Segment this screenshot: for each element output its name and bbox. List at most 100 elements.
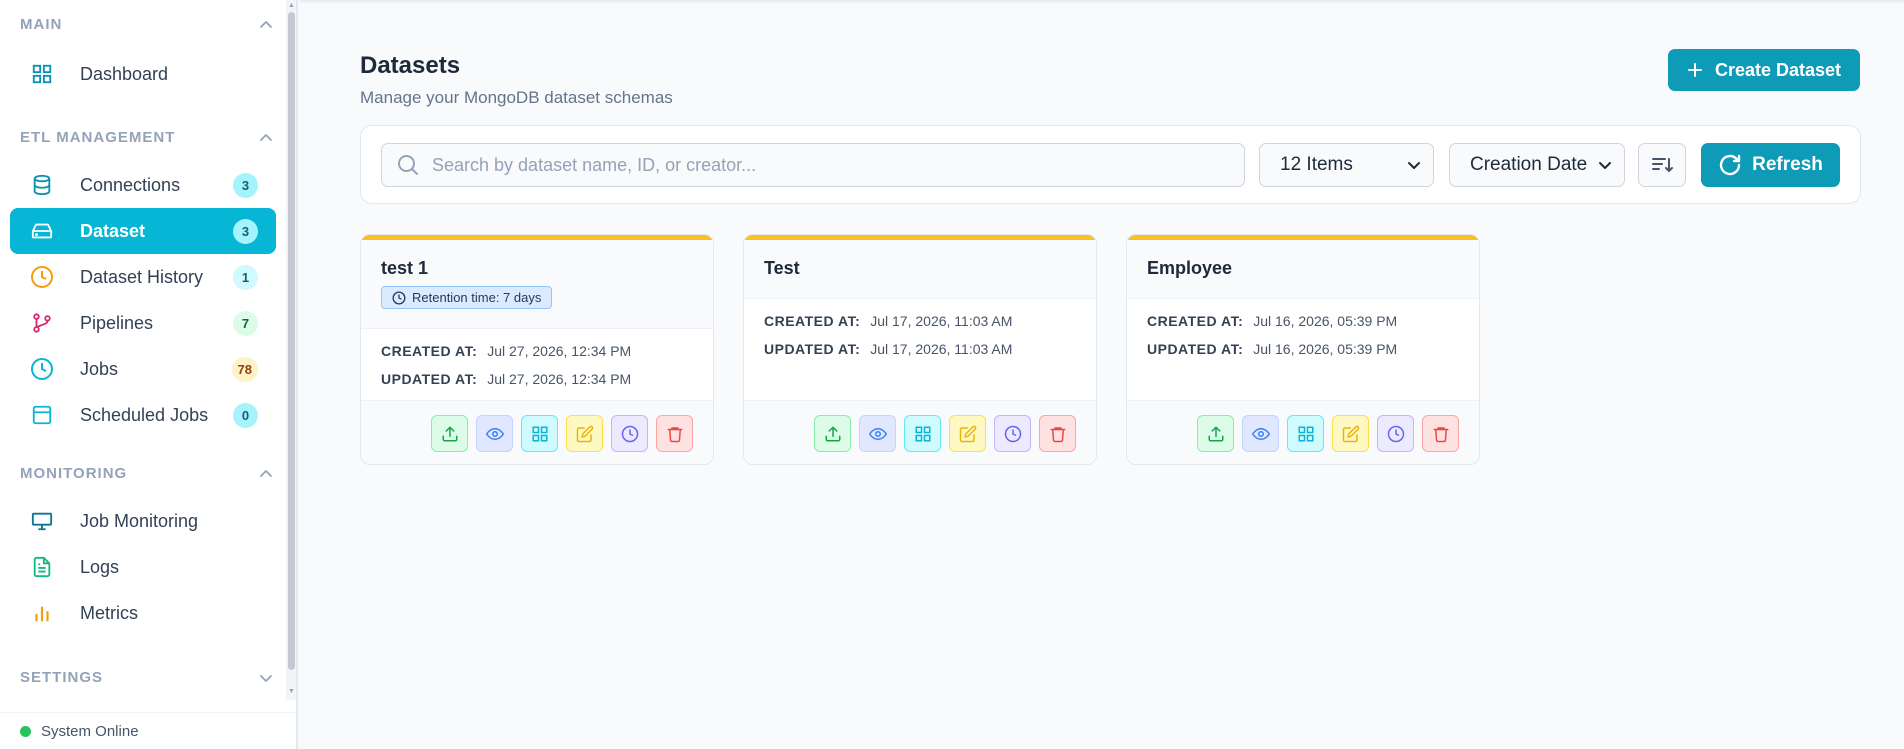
- card-header: Employee: [1127, 240, 1479, 299]
- card-body: CREATED AT: Jul 17, 2026, 11:03 AM UPDAT…: [744, 299, 1096, 363]
- sidebar-item-label: Dashboard: [80, 63, 169, 84]
- created-at-value: Jul 17, 2026, 11:03 AM: [870, 313, 1013, 329]
- retention-badge: Retention time: 7 days: [381, 286, 553, 309]
- history-button[interactable]: [994, 415, 1031, 452]
- upload-button[interactable]: [814, 415, 851, 452]
- edit-button[interactable]: [1332, 415, 1369, 452]
- updated-at-label: UPDATED AT:: [764, 341, 861, 357]
- chevron-down-icon: [1599, 162, 1611, 169]
- section-title: MONITORING: [20, 465, 128, 482]
- filter-toolbar: 12 Items Creation Date Refresh: [360, 125, 1861, 204]
- plus-icon: [1687, 63, 1702, 77]
- upload-button[interactable]: [431, 415, 468, 452]
- create-dataset-label: Create Dataset: [1714, 59, 1842, 80]
- sidebar-item-jobs[interactable]: Jobs 78: [10, 346, 276, 392]
- dataset-name: test 1: [381, 258, 429, 278]
- dataset-name: Test: [764, 258, 800, 278]
- created-at-label: CREATED AT:: [1147, 313, 1244, 329]
- created-at-value: Jul 27, 2026, 12:34 PM: [487, 343, 632, 359]
- count-badge: 3: [233, 173, 258, 198]
- delete-button[interactable]: [656, 415, 693, 452]
- refresh-label: Refresh: [1752, 154, 1823, 175]
- eye-icon: [868, 427, 887, 440]
- upload-button[interactable]: [1197, 415, 1234, 452]
- dataset-card[interactable]: test 1 Retention time: 7 days CREATED AT…: [360, 234, 714, 465]
- view-button[interactable]: [476, 415, 513, 452]
- clock-icon: [1004, 425, 1021, 442]
- history-button[interactable]: [611, 415, 648, 452]
- edit-button[interactable]: [949, 415, 986, 452]
- status-text: System Online: [41, 722, 139, 740]
- sort-order-button[interactable]: [1638, 143, 1686, 187]
- edit-icon: [576, 425, 593, 442]
- sidebar-item-dataset-history[interactable]: Dataset History 1: [10, 254, 276, 300]
- view-button[interactable]: [1242, 415, 1279, 452]
- schema-button[interactable]: [1287, 415, 1324, 452]
- sidebar-item-pipelines[interactable]: Pipelines 7: [10, 300, 276, 346]
- card-body: CREATED AT: Jul 27, 2026, 12:34 PM UPDAT…: [361, 329, 713, 393]
- edit-button[interactable]: [566, 415, 603, 452]
- scroll-down-arrow-icon[interactable]: ▼: [287, 688, 296, 696]
- top-shadow: [300, 0, 1904, 4]
- sidebar-item-label: Scheduled Jobs: [80, 404, 209, 425]
- system-status: System Online: [0, 712, 296, 749]
- schema-button[interactable]: [904, 415, 941, 452]
- refresh-button[interactable]: Refresh: [1701, 143, 1840, 187]
- section-settings: SETTINGS: [0, 666, 286, 690]
- dashboard-grid-icon: [30, 62, 54, 86]
- schema-button[interactable]: [521, 415, 558, 452]
- sidebar-item-metrics[interactable]: Metrics: [10, 590, 276, 636]
- section-monitoring-header[interactable]: MONITORING: [0, 462, 286, 486]
- search-input[interactable]: [432, 154, 1232, 176]
- section-etl-header[interactable]: ETL MANAGEMENT: [0, 126, 286, 150]
- monitor-icon: [30, 509, 54, 533]
- sidebar-item-scheduled-jobs[interactable]: Scheduled Jobs 0: [10, 392, 276, 438]
- page-title: Datasets: [360, 52, 461, 79]
- status-dot-icon: [20, 725, 31, 737]
- calendar-icon: [30, 403, 54, 427]
- card-header: test 1 Retention time: 7 days: [361, 240, 713, 329]
- section-settings-header[interactable]: SETTINGS: [0, 666, 286, 690]
- grid-icon: [915, 426, 930, 441]
- upload-icon: [442, 426, 457, 441]
- created-at-label: CREATED AT:: [764, 313, 861, 329]
- created-at-label: CREATED AT:: [381, 343, 478, 359]
- chevron-up-icon: [260, 134, 272, 141]
- search-box: [381, 143, 1245, 187]
- delete-button[interactable]: [1039, 415, 1076, 452]
- updated-at-label: UPDATED AT:: [1147, 341, 1244, 357]
- eye-icon: [485, 427, 504, 440]
- sidebar-item-logs[interactable]: Logs: [10, 544, 276, 590]
- sidebar-nav: MAIN Dashboard ETL MANAGEMENT Connection…: [0, 0, 286, 700]
- card-header: Test: [744, 240, 1096, 299]
- scroll-up-arrow-icon[interactable]: ▲: [287, 2, 296, 10]
- trash-icon: [1050, 426, 1065, 442]
- card-actions: [361, 400, 713, 464]
- updated-at-value: Jul 17, 2026, 11:03 AM: [870, 341, 1013, 357]
- sidebar-item-connections[interactable]: Connections 3: [10, 162, 276, 208]
- section-title: MAIN: [20, 16, 63, 33]
- history-button[interactable]: [1377, 415, 1414, 452]
- view-button[interactable]: [859, 415, 896, 452]
- sidebar-item-label: Jobs: [80, 358, 119, 379]
- section-main-header[interactable]: MAIN: [0, 13, 286, 37]
- sidebar-item-dashboard[interactable]: Dashboard: [10, 51, 276, 97]
- sort-field-select[interactable]: Creation Date: [1449, 143, 1625, 187]
- sidebar-item-dataset[interactable]: Dataset 3: [10, 208, 276, 254]
- sidebar-scrollbar-thumb[interactable]: [288, 12, 295, 670]
- dataset-name: Employee: [1147, 258, 1233, 278]
- sidebar-item-label: Dataset: [80, 220, 146, 241]
- dataset-card[interactable]: Employee CREATED AT: Jul 16, 2026, 05:39…: [1126, 234, 1480, 465]
- updated-at-label: UPDATED AT:: [381, 371, 478, 387]
- delete-button[interactable]: [1422, 415, 1459, 452]
- bar-chart-icon: [30, 601, 54, 625]
- count-badge: 1: [233, 265, 258, 290]
- items-per-page-select[interactable]: 12 Items: [1259, 143, 1434, 187]
- card-body: CREATED AT: Jul 16, 2026, 05:39 PM UPDAT…: [1127, 299, 1479, 363]
- clock-icon: [392, 291, 406, 304]
- sidebar: MAIN Dashboard ETL MANAGEMENT Connection…: [0, 0, 298, 749]
- items-per-page-value: 12 Items: [1280, 154, 1353, 175]
- dataset-card[interactable]: Test CREATED AT: Jul 17, 2026, 11:03 AM …: [743, 234, 1097, 465]
- sidebar-item-job-monitoring[interactable]: Job Monitoring: [10, 498, 276, 544]
- create-dataset-button[interactable]: Create Dataset: [1668, 49, 1860, 91]
